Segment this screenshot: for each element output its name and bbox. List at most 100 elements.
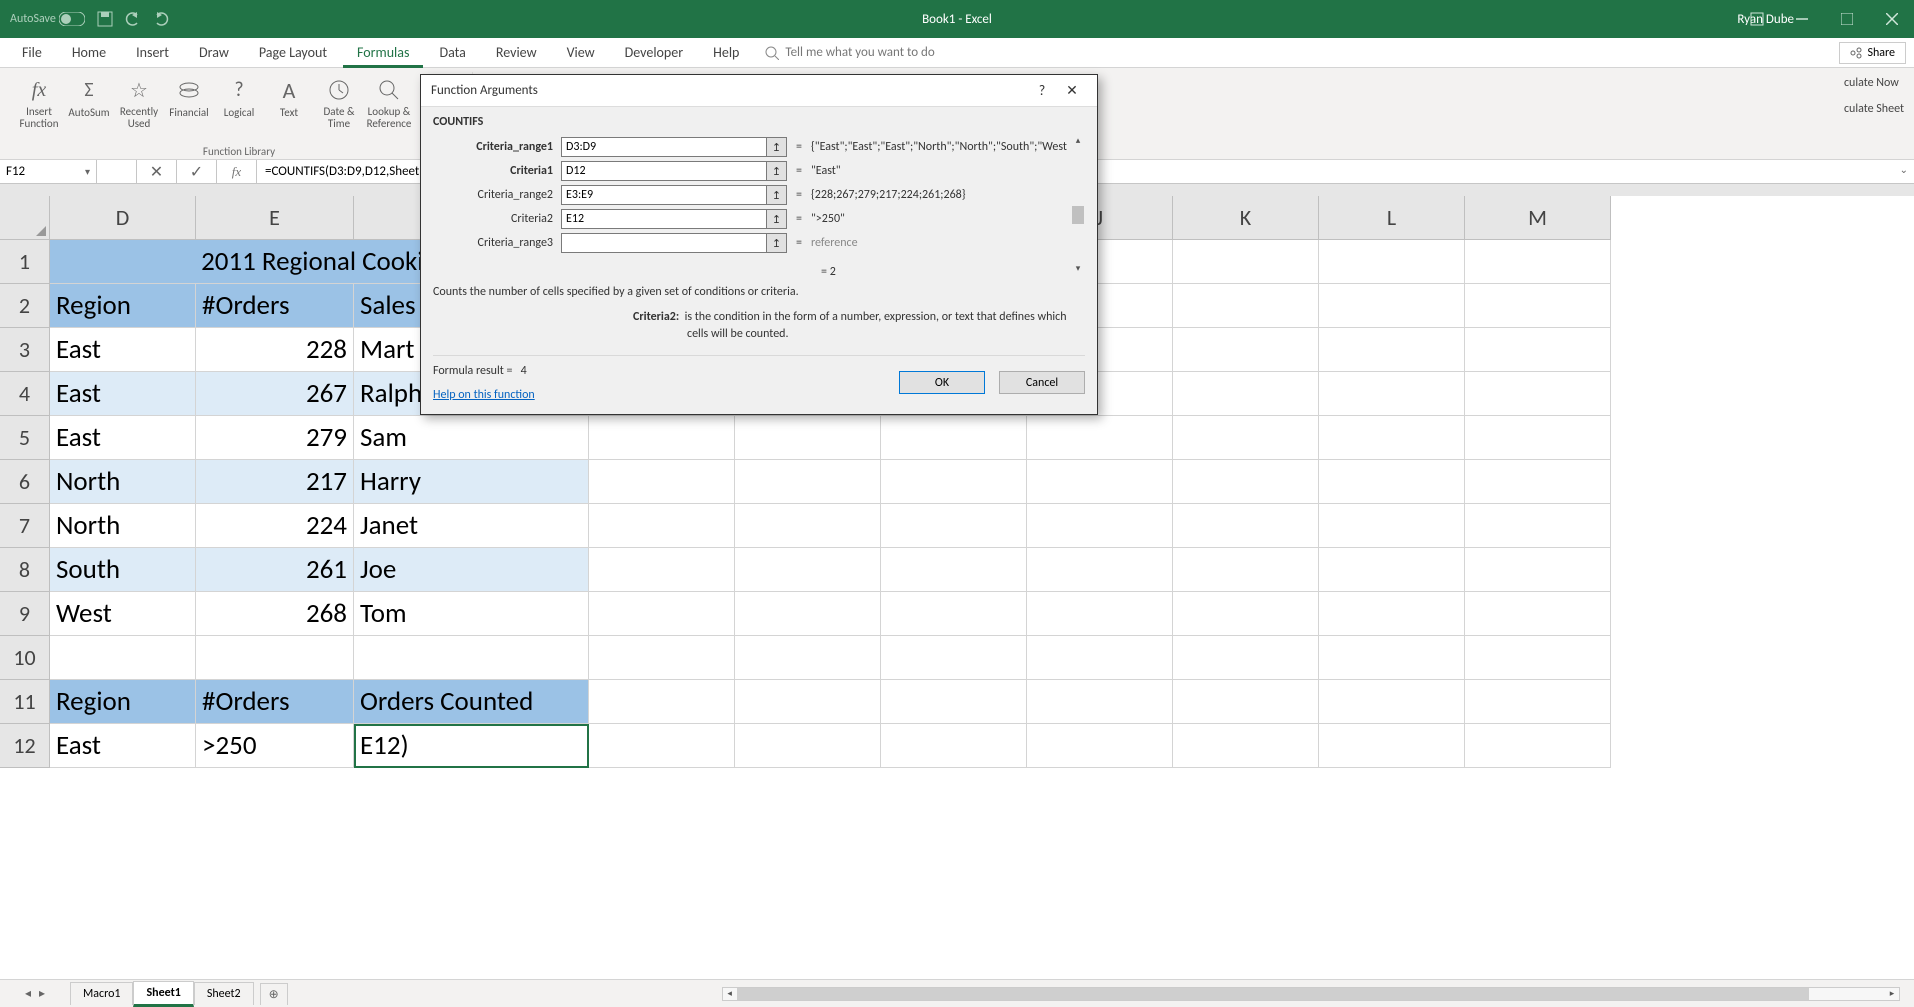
cell-E12[interactable]: >250 (196, 724, 354, 768)
cell-D7[interactable]: North (50, 504, 196, 548)
cell[interactable] (1027, 460, 1173, 504)
cell[interactable] (1319, 328, 1465, 372)
row-header-4[interactable]: 4 (0, 372, 50, 416)
cell-D4[interactable]: East (50, 372, 196, 416)
cell-M1[interactable] (1465, 240, 1611, 284)
cell-D8[interactable]: South (50, 548, 196, 592)
tab-view[interactable]: View (553, 38, 609, 68)
scroll-left-icon[interactable]: ◂ (723, 988, 737, 1000)
cell-E6[interactable]: 217 (196, 460, 354, 504)
tab-page-layout[interactable]: Page Layout (245, 38, 341, 68)
cell[interactable] (1319, 724, 1465, 768)
row-header-6[interactable]: 6 (0, 460, 50, 504)
cell[interactable] (589, 548, 735, 592)
tab-developer[interactable]: Developer (611, 38, 697, 68)
cell[interactable] (1173, 372, 1319, 416)
text-button[interactable]: A Text (264, 72, 314, 119)
sheet-tab-sheet1[interactable]: Sheet1 (133, 981, 193, 1007)
cell-L1[interactable] (1319, 240, 1465, 284)
scroll-up-icon[interactable]: ▴ (1071, 135, 1085, 149)
autosum-button[interactable]: Σ AutoSum (64, 72, 114, 119)
recently-used-button[interactable]: ☆ Recently Used (114, 72, 164, 130)
collapse-dialog-button[interactable]: ↥ (767, 233, 787, 253)
dialog-help-button[interactable]: ? (1027, 82, 1057, 99)
calculate-now-label[interactable]: culate Now (1844, 76, 1904, 90)
sheet-tab-macro1[interactable]: Macro1 (70, 982, 133, 1005)
cell[interactable] (1465, 416, 1611, 460)
horizontal-scrollbar[interactable]: ◂ ▸ (722, 987, 1900, 1001)
cell[interactable] (1465, 592, 1611, 636)
cell-E4[interactable]: 267 (196, 372, 354, 416)
scroll-thumb[interactable] (1072, 206, 1084, 224)
cell[interactable] (735, 460, 881, 504)
select-all-button[interactable] (0, 196, 50, 240)
dialog-close-button[interactable]: ✕ (1057, 82, 1087, 99)
tab-review[interactable]: Review (482, 38, 551, 68)
cell[interactable] (589, 724, 735, 768)
cell[interactable] (589, 636, 735, 680)
arg-input-criteria1[interactable] (561, 161, 767, 181)
ribbon-options-button[interactable] (1734, 0, 1779, 38)
tab-data[interactable]: Data (425, 38, 479, 68)
cell-D2[interactable]: Region (50, 284, 196, 328)
cell[interactable] (1173, 680, 1319, 724)
cell[interactable] (735, 548, 881, 592)
dialog-titlebar[interactable]: Function Arguments ? ✕ (421, 75, 1097, 107)
cell[interactable] (1465, 636, 1611, 680)
cell[interactable] (1465, 504, 1611, 548)
cell[interactable] (881, 636, 1027, 680)
cell[interactable] (1465, 548, 1611, 592)
cell-E3[interactable]: 228 (196, 328, 354, 372)
cell[interactable] (881, 504, 1027, 548)
row-header-7[interactable]: 7 (0, 504, 50, 548)
row-header-1[interactable]: 1 (0, 240, 50, 284)
insert-function-button[interactable]: fx Insert Function (14, 72, 64, 130)
cell-K1[interactable] (1173, 240, 1319, 284)
row-header-5[interactable]: 5 (0, 416, 50, 460)
expand-formula-bar-icon[interactable]: ⌄ (1900, 163, 1908, 176)
cell-D3[interactable]: East (50, 328, 196, 372)
cell-F5[interactable]: Sam (354, 416, 589, 460)
cell[interactable] (1465, 680, 1611, 724)
row-header-12[interactable]: 12 (0, 724, 50, 768)
cell[interactable] (735, 592, 881, 636)
row-header-10[interactable]: 10 (0, 636, 50, 680)
cell[interactable] (881, 548, 1027, 592)
cell[interactable] (1027, 636, 1173, 680)
tab-help[interactable]: Help (699, 38, 753, 68)
new-sheet-button[interactable]: ⊕ (260, 983, 288, 1005)
sheet-tab-sheet2[interactable]: Sheet2 (194, 982, 254, 1005)
cell[interactable] (1027, 680, 1173, 724)
cell[interactable] (735, 680, 881, 724)
column-header-M[interactable]: M (1465, 196, 1611, 240)
cancel-button[interactable]: Cancel (999, 371, 1085, 394)
column-header-D[interactable]: D (50, 196, 196, 240)
args-scrollbar[interactable]: ▴ ▾ (1071, 135, 1085, 277)
tab-home[interactable]: Home (58, 38, 120, 68)
cell-D10[interactable] (50, 636, 196, 680)
cell[interactable] (881, 592, 1027, 636)
autosave-toggle[interactable]: AutoSave (10, 12, 85, 26)
cell[interactable] (589, 680, 735, 724)
next-sheet-icon[interactable]: ▸ (39, 986, 45, 1001)
fx-button[interactable]: fx (217, 160, 257, 183)
cell[interactable] (1173, 592, 1319, 636)
cell[interactable] (1465, 328, 1611, 372)
scroll-down-icon[interactable]: ▾ (1071, 263, 1085, 277)
save-button[interactable] (97, 11, 113, 27)
cell[interactable] (1319, 460, 1465, 504)
calculate-sheet-label[interactable]: culate Sheet (1844, 102, 1904, 116)
cell[interactable] (1465, 372, 1611, 416)
tab-file[interactable]: File (8, 38, 56, 68)
collapse-dialog-button[interactable]: ↥ (767, 209, 787, 229)
cell-F6[interactable]: Harry (354, 460, 589, 504)
cell-F7[interactable]: Janet (354, 504, 589, 548)
tab-draw[interactable]: Draw (185, 38, 243, 68)
row-header-9[interactable]: 9 (0, 592, 50, 636)
cell-F11[interactable]: Orders Counted (354, 680, 589, 724)
cell-F10[interactable] (354, 636, 589, 680)
enter-button[interactable]: ✓ (177, 160, 217, 183)
arg-input-criteria2[interactable] (561, 209, 767, 229)
cell[interactable] (735, 636, 881, 680)
cell[interactable] (735, 504, 881, 548)
